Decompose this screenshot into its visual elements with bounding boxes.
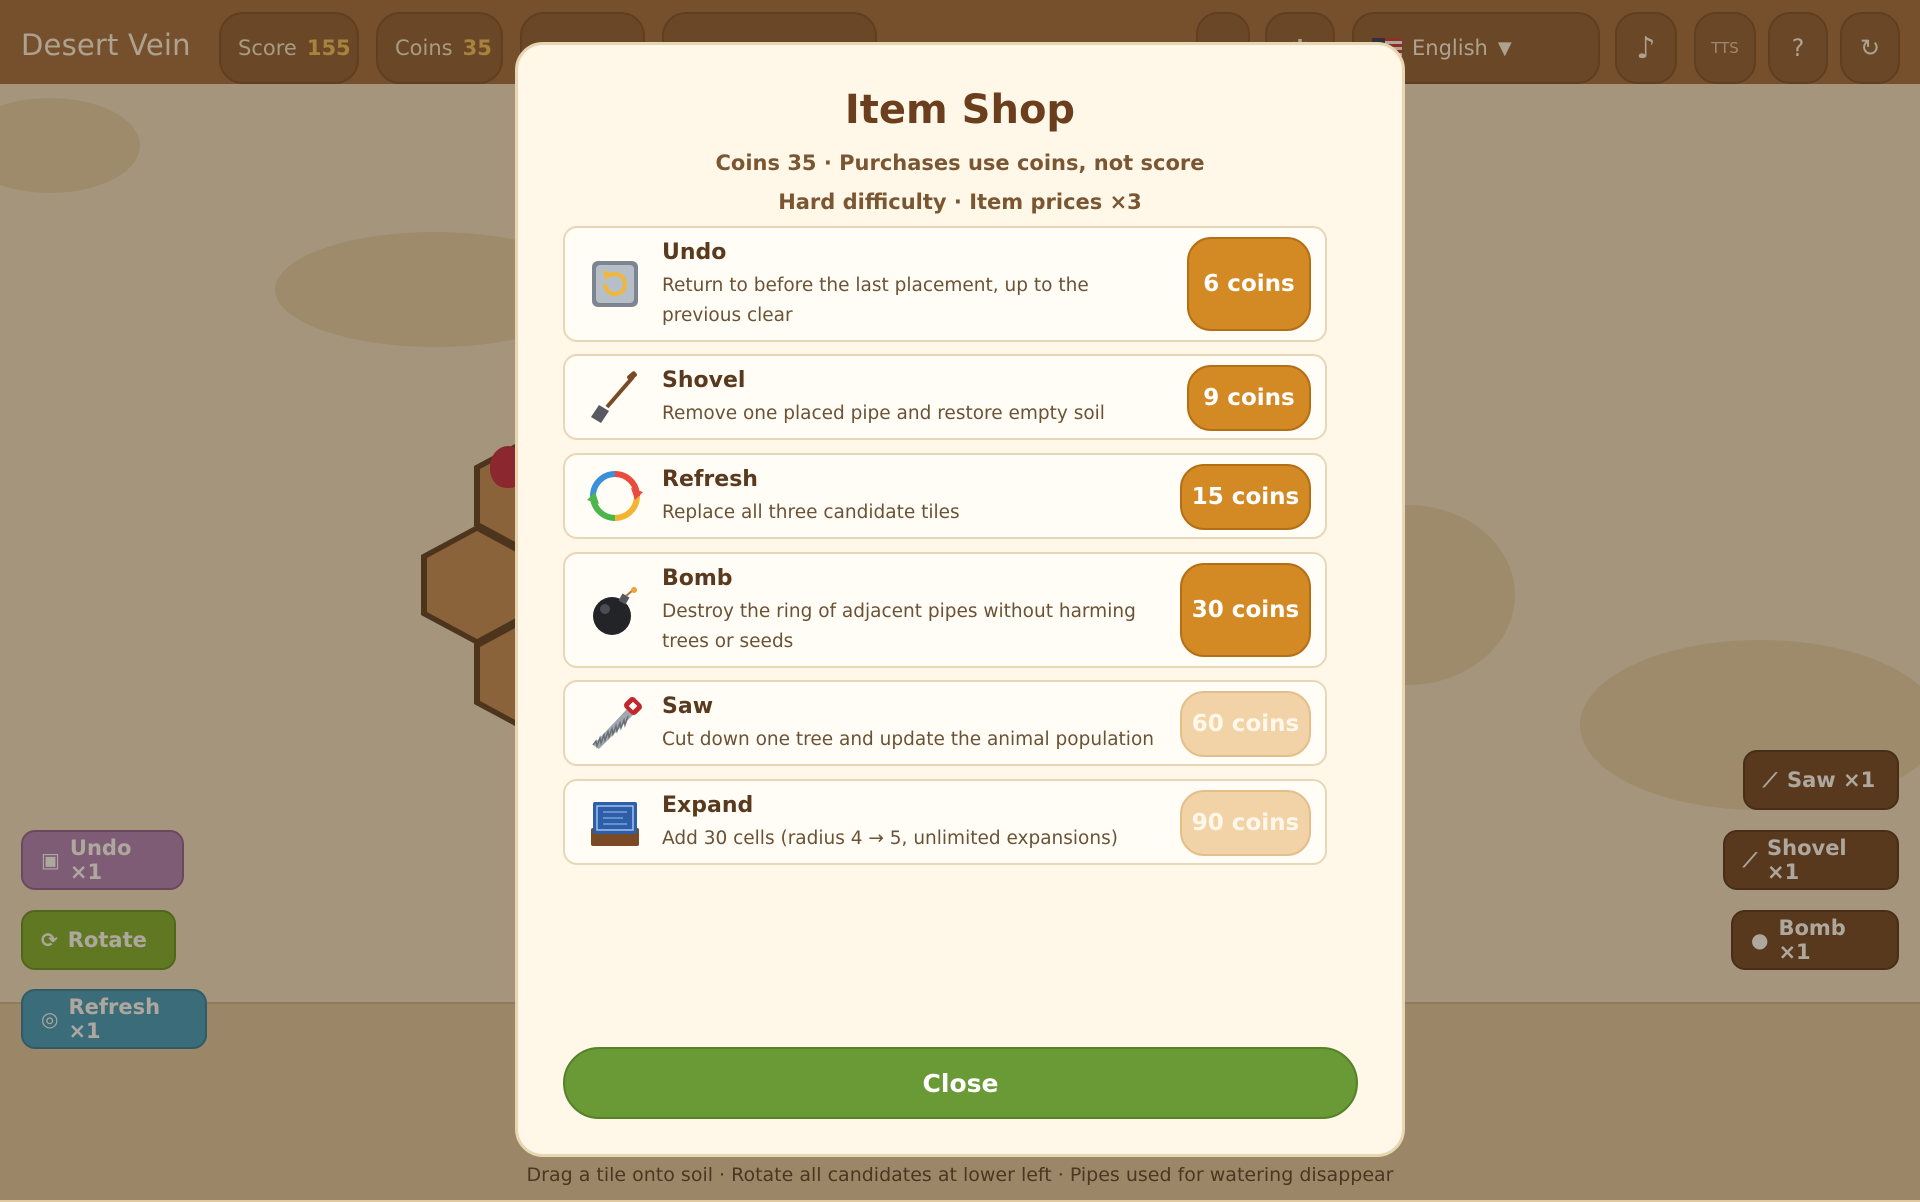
item-name: Refresh xyxy=(662,467,758,492)
item-description: Destroy the ring of adjacent pipes witho… xyxy=(662,601,1136,652)
shop-item-saw: Saw Cut down one tree and update the ani… xyxy=(563,680,1327,766)
item-description: Replace all three candidate tiles xyxy=(662,502,960,523)
item-name: Shovel xyxy=(662,368,746,393)
shop-item-shovel: Shovel Remove one placed pipe and restor… xyxy=(563,354,1327,440)
refresh-icon xyxy=(587,468,643,524)
item-description: Cut down one tree and update the animal … xyxy=(662,729,1154,750)
expand-icon xyxy=(587,794,643,850)
shop-item-refresh: Refresh Replace all three candidate tile… xyxy=(563,453,1327,539)
item-description: Remove one placed pipe and restore empty… xyxy=(662,403,1105,424)
item-name: Expand xyxy=(662,793,754,818)
item-shop-dialog: Item Shop Coins 35 · Purchases use coins… xyxy=(515,42,1405,1157)
close-button[interactable]: Close xyxy=(563,1047,1358,1119)
buy-bomb-button[interactable]: 30 coins xyxy=(1180,563,1311,657)
buy-undo-button[interactable]: 6 coins xyxy=(1187,237,1311,331)
shop-item-undo: Undo Return to before the last placement… xyxy=(563,226,1327,342)
shop-difficulty-subtitle: Hard difficulty · Item prices ×3 xyxy=(778,190,1142,214)
shop-coins-subtitle: Coins 35 · Purchases use coins, not scor… xyxy=(715,151,1205,175)
footer-hint: Drag a tile onto soil · Rotate all candi… xyxy=(526,1164,1394,1186)
shop-title: Item Shop xyxy=(844,87,1076,133)
shop-item-bomb: Bomb Destroy the ring of adjacent pipes … xyxy=(563,552,1327,668)
undo-icon xyxy=(587,256,643,312)
item-name: Bomb xyxy=(662,566,733,591)
bomb-icon xyxy=(587,584,643,640)
buy-expand-button[interactable]: 90 coins xyxy=(1180,790,1311,856)
item-description: Return to before the last placement, up … xyxy=(662,275,1089,326)
buy-shovel-button[interactable]: 9 coins xyxy=(1187,365,1311,431)
shop-item-expand: Expand Add 30 cells (radius 4 → 5, unlim… xyxy=(563,779,1327,865)
saw-icon xyxy=(587,695,643,751)
item-description: Add 30 cells (radius 4 → 5, unlimited ex… xyxy=(662,828,1118,849)
buy-saw-button[interactable]: 60 coins xyxy=(1180,691,1311,757)
item-name: Undo xyxy=(662,240,727,265)
buy-refresh-button[interactable]: 15 coins xyxy=(1180,464,1311,530)
shovel-icon xyxy=(587,369,643,425)
item-name: Saw xyxy=(662,694,714,719)
